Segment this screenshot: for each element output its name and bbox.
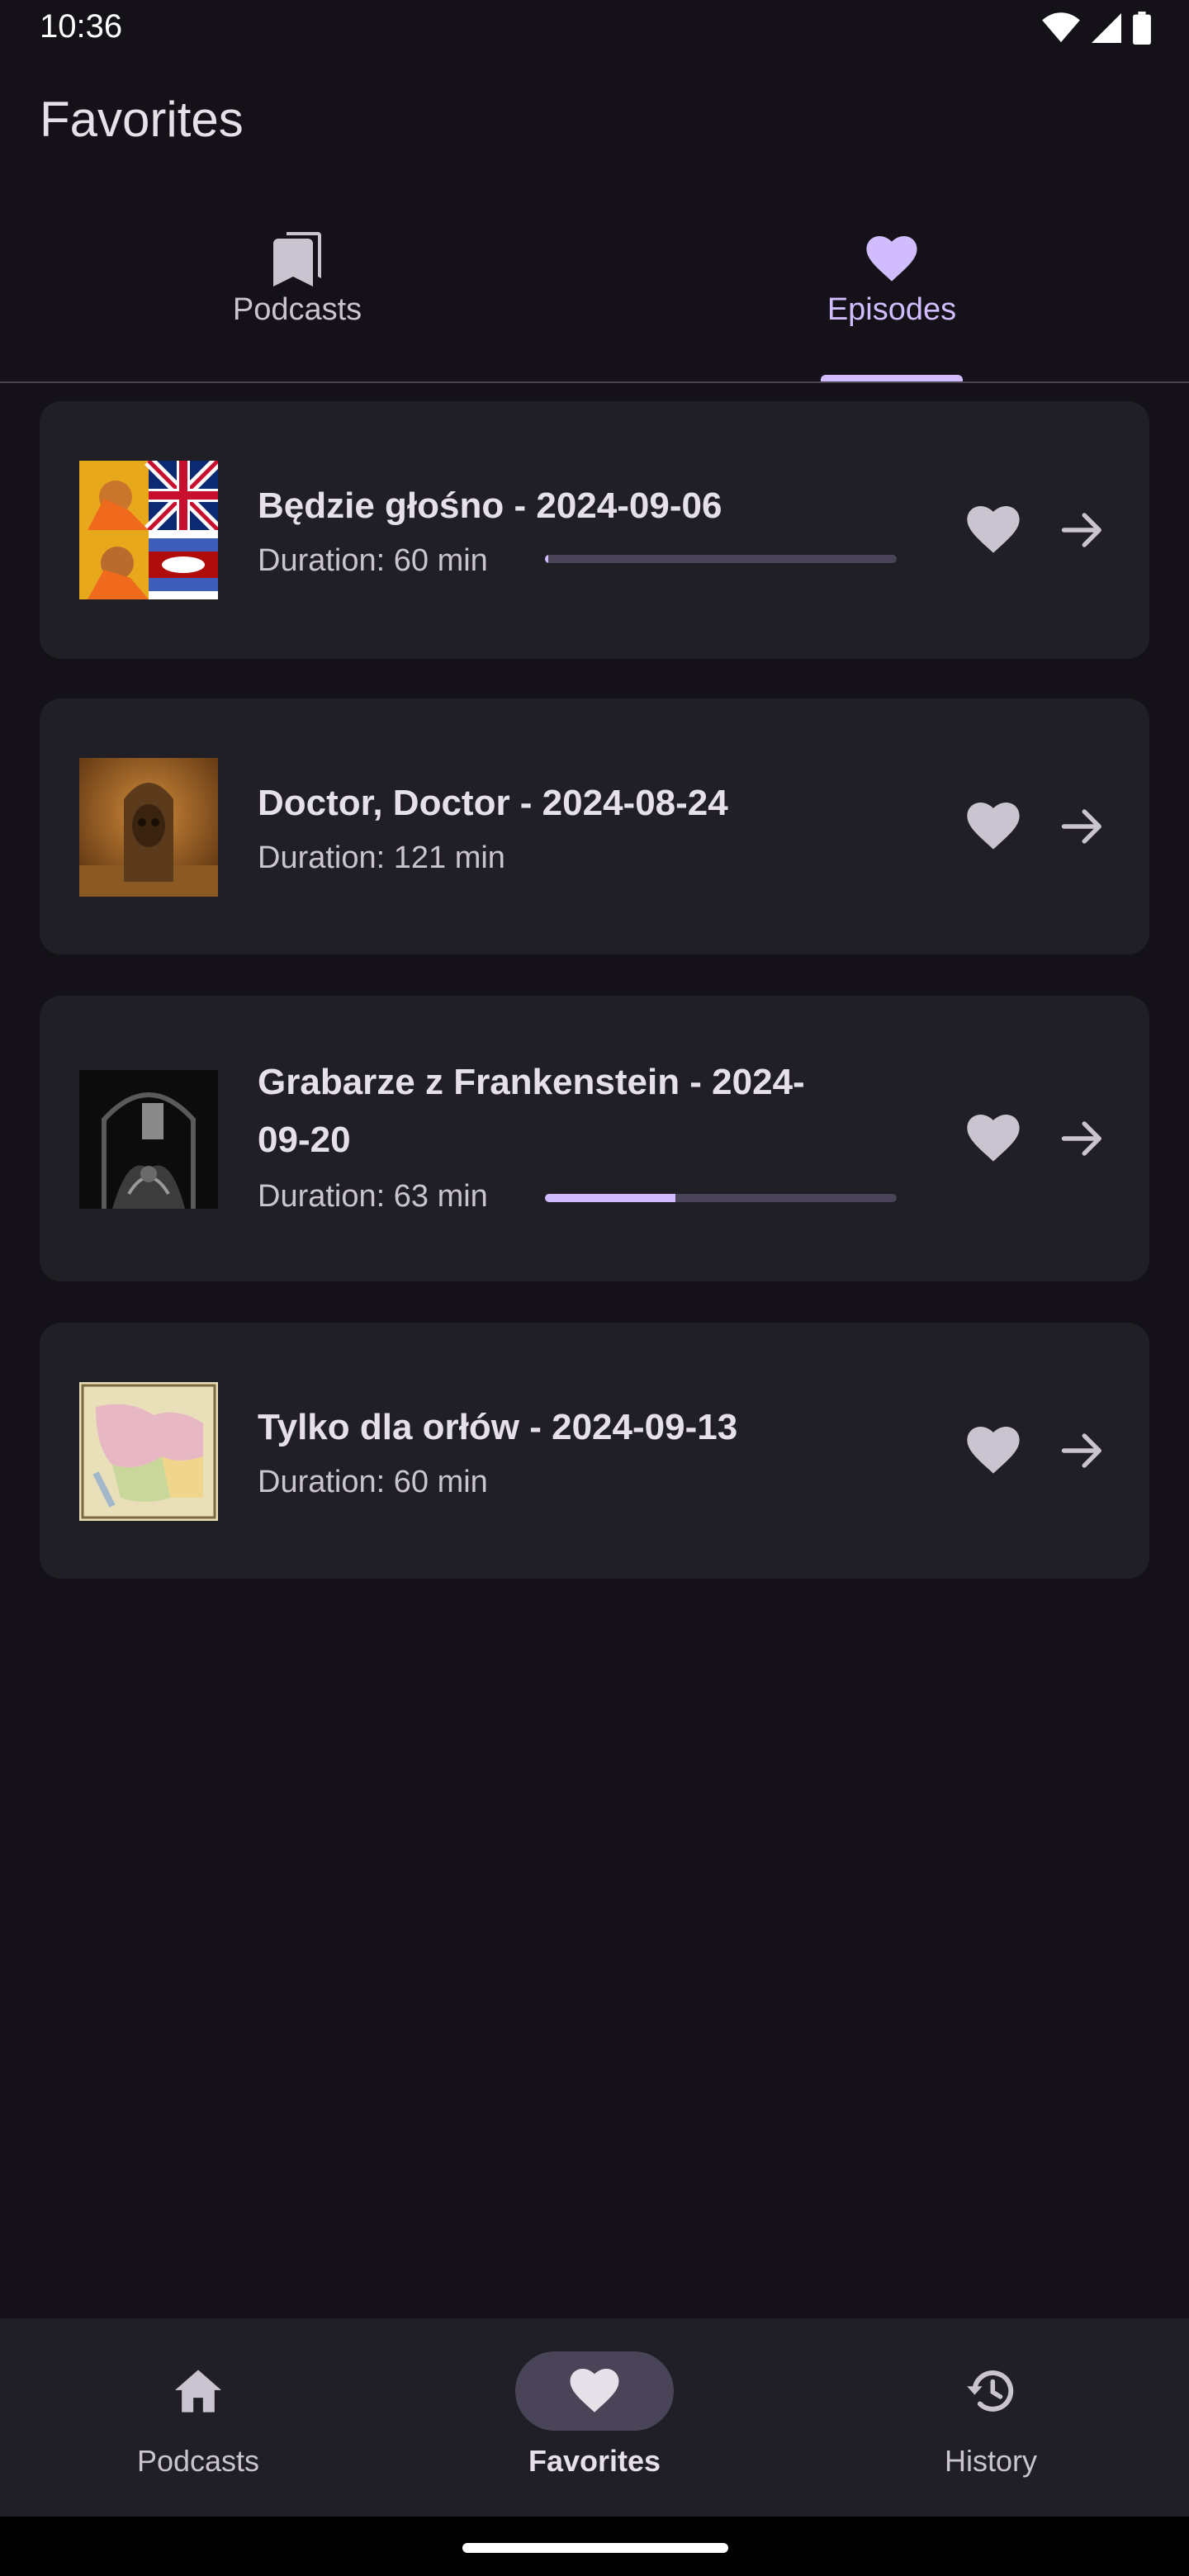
tab-indicator [821,375,963,381]
home-icon [175,2370,221,2413]
wifi-icon [1042,12,1080,43]
progress-fill [545,1194,675,1202]
progress-fill [545,555,549,563]
tab-bar: Podcasts Episodes [0,206,1189,383]
heart-icon [967,506,1020,553]
episode-progress-bar [545,555,897,563]
nav-item-podcasts[interactable]: Podcasts [0,2318,396,2517]
heart-icon [866,230,917,289]
tab-podcasts[interactable]: Podcasts [0,206,594,381]
cellular-signal-icon [1092,13,1121,43]
favorite-toggle-button[interactable] [956,1101,1030,1176]
episode-card[interactable]: Będzie głośno - 2024-09-06 Duration: 60 … [40,401,1149,659]
heart-icon [570,2369,619,2413]
heart-icon [967,803,1020,850]
episode-card[interactable]: Doctor, Doctor - 2024-08-24 Duration: 12… [40,698,1149,954]
tab-label: Podcasts [232,292,362,327]
arrow-right-icon [1061,1433,1101,1468]
open-episode-button[interactable] [1045,493,1120,567]
episode-duration: Duration: 60 min [258,1465,488,1499]
episode-title: Doctor, Doctor - 2024-08-24 [258,783,728,823]
favorite-toggle-button[interactable] [956,789,1030,864]
heart-icon [967,1115,1020,1162]
open-episode-button[interactable] [1045,1413,1120,1488]
episode-progress-bar [545,1194,897,1202]
history-icon [967,2370,1014,2412]
episode-artwork [79,461,218,599]
open-episode-button[interactable] [1045,1101,1120,1176]
status-time: 10:36 [40,8,123,45]
nav-indicator [515,2351,674,2431]
nav-indicator [119,2351,277,2431]
arrow-right-icon [1061,1121,1101,1156]
bookmarks-icon [273,230,321,289]
open-episode-button[interactable] [1045,789,1120,864]
episode-duration: Duration: 121 min [258,841,505,875]
page-title: Favorites [40,92,244,147]
episode-card[interactable]: Grabarze z Frankenstein - 2024-09-20 Dur… [40,996,1149,1281]
status-bar: 10:36 [0,0,1189,59]
nav-item-history[interactable]: History [793,2318,1189,2517]
episode-artwork [79,758,218,897]
arrow-right-icon [1061,513,1101,547]
status-icons [1042,12,1151,45]
nav-label: History [944,2444,1037,2478]
favorite-toggle-button[interactable] [956,493,1030,567]
tab-label: Episodes [827,292,957,327]
episode-card[interactable]: Tylko dla orłów - 2024-09-13 Duration: 6… [40,1323,1149,1579]
nav-label: Favorites [528,2444,661,2478]
battery-icon [1133,12,1151,45]
episode-artwork [79,1382,218,1521]
episode-duration: Duration: 60 min [258,543,488,578]
episode-title: Grabarze z Frankenstein - 2024-09-20 [258,1062,805,1160]
episode-title: Będzie głośno - 2024-09-06 [258,485,722,526]
gesture-handle[interactable] [462,2543,728,2553]
bottom-navigation: Podcasts Favorites History [0,2318,1189,2517]
nav-indicator [912,2351,1070,2431]
tab-episodes[interactable]: Episodes [594,206,1189,381]
nav-item-favorites[interactable]: Favorites [396,2318,793,2517]
episode-duration: Duration: 63 min [258,1179,488,1214]
favorite-toggle-button[interactable] [956,1413,1030,1488]
arrow-right-icon [1061,809,1101,844]
episode-title: Tylko dla orłów - 2024-09-13 [258,1407,738,1447]
heart-icon [967,1427,1020,1474]
nav-label: Podcasts [136,2444,260,2478]
episode-artwork [79,1070,218,1209]
